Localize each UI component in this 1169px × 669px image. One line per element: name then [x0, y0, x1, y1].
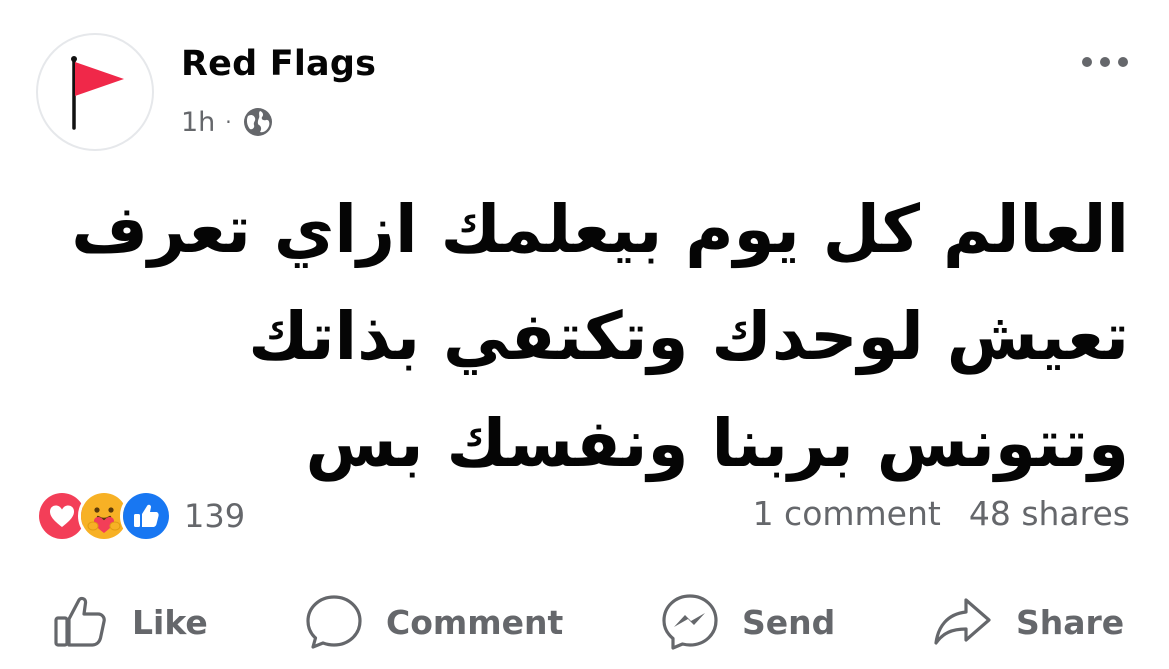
messenger-icon [662, 594, 718, 650]
page-avatar[interactable] [36, 33, 154, 151]
share-button[interactable]: Share [932, 590, 1124, 654]
page-name[interactable]: Red Flags [181, 44, 376, 84]
meta-separator: · [225, 110, 232, 134]
comment-count[interactable]: 1 comment [753, 494, 941, 533]
like-reaction-icon [120, 490, 172, 542]
share-count[interactable]: 48 shares [969, 494, 1130, 533]
thumbs-up-icon [54, 596, 106, 647]
send-label: Send [742, 602, 836, 642]
like-button[interactable]: Like [52, 590, 208, 654]
send-button[interactable]: Send [660, 590, 835, 654]
engagement-stats: 1 comment 48 shares [753, 494, 1130, 533]
globe-icon[interactable] [242, 106, 274, 138]
action-bar: Like Comment Send Share [0, 590, 1169, 654]
ellipsis-icon [1082, 57, 1128, 67]
timestamp[interactable]: 1h [181, 107, 215, 138]
comment-icon [306, 595, 362, 649]
comment-button[interactable]: Comment [304, 590, 563, 654]
reaction-count: 139 [184, 497, 246, 535]
post-meta: 1h · [181, 104, 274, 140]
post-text-line: وتتونس بربنا ونفسك بس [305, 405, 1130, 482]
post-text-line: العالم كل يوم بيعلمك ازاي تعرف [71, 191, 1129, 268]
red-flag-icon [71, 56, 124, 130]
share-label: Share [1016, 602, 1125, 642]
share-icon [934, 598, 991, 645]
like-label: Like [132, 602, 208, 642]
post-text: العالم كل يوم بيعلمك ازاي تعرف تعيش لوحد… [39, 176, 1129, 497]
post-text-line: تعيش لوحدك وتكتفي بذاتك [248, 298, 1129, 375]
comment-label: Comment [386, 602, 564, 642]
facebook-post: Red Flags 1h · العالم كل يوم بيعلمك ازاي… [0, 0, 1169, 669]
more-options-button[interactable] [1076, 44, 1134, 80]
reaction-summary[interactable]: 139 [36, 490, 246, 542]
